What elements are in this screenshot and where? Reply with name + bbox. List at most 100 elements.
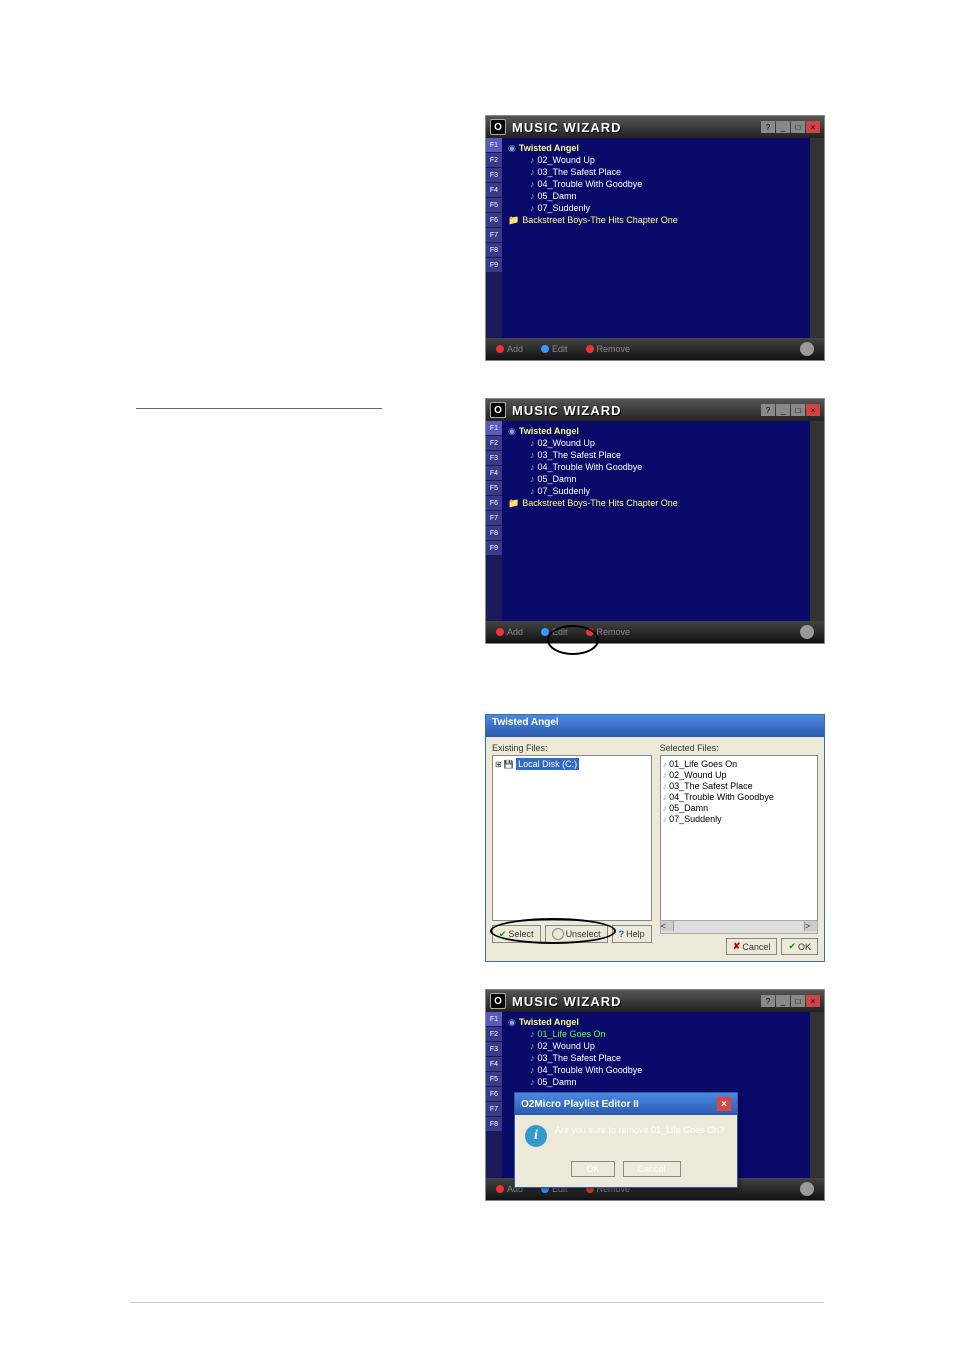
sidebar-tab[interactable]: F6 — [486, 496, 502, 511]
play-button[interactable] — [800, 342, 814, 356]
playlist-tree[interactable]: ◉Twisted Angel ♪01_Life Goes On ♪02_Woun… — [502, 1012, 810, 1178]
sidebar-tab[interactable]: F2 — [486, 436, 502, 451]
remove-button[interactable]: Remove — [586, 627, 631, 637]
sidebar-tab[interactable]: F3 — [486, 451, 502, 466]
sidebar-tab[interactable]: F8 — [486, 1117, 502, 1132]
sidebar-tab[interactable]: F1 — [486, 138, 502, 153]
ok-button[interactable]: ✔OK — [781, 938, 818, 955]
track-item[interactable]: 02_Wound Up — [538, 1041, 595, 1051]
sidebar-tab[interactable]: F8 — [486, 526, 502, 541]
play-button[interactable] — [800, 1182, 814, 1196]
help-button[interactable]: ? — [761, 404, 775, 416]
sidebar-tab[interactable]: F7 — [486, 228, 502, 243]
cancel-button[interactable]: Cancel — [623, 1161, 681, 1177]
list-item[interactable]: 01_Life Goes On — [669, 759, 737, 769]
sidebar-tab[interactable]: F3 — [486, 1042, 502, 1057]
edit-button[interactable]: Edit — [541, 344, 568, 354]
track-item[interactable]: 04_Trouble With Goodbye — [538, 179, 643, 189]
sidebar-tab[interactable]: F5 — [486, 481, 502, 496]
album-name[interactable]: Twisted Angel — [519, 1017, 579, 1027]
add-button[interactable]: Add — [496, 344, 523, 354]
add-button[interactable]: Add — [496, 627, 523, 637]
sidebar-tab[interactable]: F5 — [486, 198, 502, 213]
drive-item[interactable]: Local Disk (C:) — [516, 758, 579, 770]
sidebar-tab[interactable]: F4 — [486, 1057, 502, 1072]
minimize-button[interactable]: _ — [776, 404, 790, 416]
sidebar-tab[interactable]: F2 — [486, 153, 502, 168]
track-item[interactable]: 05_Damn — [538, 191, 577, 201]
sidebar-tab[interactable]: F8 — [486, 243, 502, 258]
help-button[interactable]: ? — [761, 995, 775, 1007]
scrollbar[interactable] — [810, 138, 824, 338]
track-item[interactable]: 02_Wound Up — [538, 438, 595, 448]
sidebar-tab[interactable]: F1 — [486, 421, 502, 436]
close-button[interactable]: × — [806, 404, 820, 416]
maximize-button[interactable]: □ — [791, 995, 805, 1007]
playlist-tree[interactable]: ◉Twisted Angel ♪02_Wound Up ♪03_The Safe… — [502, 421, 810, 621]
titlebar[interactable]: O MUSIC WIZARD ? _ □ × — [486, 116, 824, 138]
existing-files-list[interactable]: ⊞ 💾 Local Disk (C:) — [492, 755, 652, 921]
album-name[interactable]: Backstreet Boys-The Hits Chapter One — [522, 215, 678, 225]
ok-button[interactable]: OK — [571, 1161, 614, 1177]
track-item[interactable]: 07_Suddenly — [538, 203, 591, 213]
sidebar-tab[interactable]: F9 — [486, 258, 502, 273]
maximize-button[interactable]: □ — [791, 404, 805, 416]
album-name[interactable]: Backstreet Boys-The Hits Chapter One — [522, 498, 678, 508]
cancel-button[interactable]: ✘Cancel — [726, 938, 778, 955]
help-button[interactable]: ? — [761, 121, 775, 133]
sidebar-tab[interactable]: F4 — [486, 466, 502, 481]
list-item[interactable]: 02_Wound Up — [669, 770, 726, 780]
maximize-button[interactable]: □ — [791, 121, 805, 133]
selected-files-list[interactable]: ♪01_Life Goes On ♪02_Wound Up ♪03_The Sa… — [660, 755, 818, 921]
edit-button[interactable]: Edit — [541, 627, 568, 637]
sidebar-tab[interactable]: F9 — [486, 541, 502, 556]
close-button[interactable]: × — [717, 1097, 731, 1111]
dialog-titlebar[interactable]: Twisted Angel — [486, 715, 824, 737]
album-name[interactable]: Twisted Angel — [519, 426, 579, 436]
track-item[interactable]: 03_The Safest Place — [538, 450, 622, 460]
track-item[interactable]: 04_Trouble With Goodbye — [538, 462, 643, 472]
list-item[interactable]: 07_Suddenly — [669, 814, 722, 824]
track-item-selected[interactable]: 01_Life Goes On — [538, 1029, 606, 1039]
play-button[interactable] — [800, 625, 814, 639]
track-item[interactable]: 03_The Safest Place — [538, 167, 622, 177]
track-item[interactable]: 04_Trouble With Goodbye — [538, 1065, 643, 1075]
track-item[interactable]: 03_The Safest Place — [538, 1053, 622, 1063]
sidebar-tab[interactable]: F6 — [486, 213, 502, 228]
music-note-icon: ♪ — [530, 486, 535, 496]
titlebar[interactable]: O MUSIC WIZARD ? _ □ × — [486, 990, 824, 1012]
scrollbar[interactable] — [810, 1012, 824, 1178]
minimize-button[interactable]: _ — [776, 995, 790, 1007]
list-item[interactable]: 03_The Safest Place — [669, 781, 753, 791]
sidebar-tab[interactable]: F4 — [486, 183, 502, 198]
scroll-right-button[interactable]: > — [804, 921, 817, 931]
close-button[interactable]: × — [806, 121, 820, 133]
titlebar[interactable]: O MUSIC WIZARD ? _ □ × — [486, 399, 824, 421]
album-name[interactable]: Twisted Angel — [519, 143, 579, 153]
sidebar-tab[interactable]: F5 — [486, 1072, 502, 1087]
minimize-button[interactable]: _ — [776, 121, 790, 133]
scrollbar[interactable] — [810, 421, 824, 621]
sidebar-tab[interactable]: F6 — [486, 1087, 502, 1102]
list-item[interactable]: 05_Damn — [669, 803, 708, 813]
horizontal-scrollbar[interactable]: < > — [660, 920, 818, 934]
help-button[interactable]: ?Help — [612, 925, 652, 943]
dialog-titlebar[interactable]: O2Micro Playlist Editor II × — [515, 1093, 737, 1115]
sidebar-tab[interactable]: F2 — [486, 1027, 502, 1042]
sidebar-tab[interactable]: F7 — [486, 1102, 502, 1117]
sidebar-tab[interactable]: F1 — [486, 1012, 502, 1027]
track-item[interactable]: 02_Wound Up — [538, 155, 595, 165]
select-button[interactable]: ✔Select — [492, 925, 541, 943]
playlist-tree[interactable]: ◉Twisted Angel ♪02_Wound Up ♪03_The Safe… — [502, 138, 810, 338]
bullet-icon — [496, 345, 504, 353]
sidebar-tab[interactable]: F3 — [486, 168, 502, 183]
sidebar-tab[interactable]: F7 — [486, 511, 502, 526]
remove-button[interactable]: Remove — [586, 344, 631, 354]
track-item[interactable]: 05_Damn — [538, 474, 577, 484]
scroll-left-button[interactable]: < — [661, 921, 674, 931]
unselect-button[interactable]: Unselect — [545, 925, 608, 943]
track-item[interactable]: 07_Suddenly — [538, 486, 591, 496]
close-button[interactable]: × — [806, 995, 820, 1007]
track-item[interactable]: 05_Damn — [538, 1077, 577, 1087]
list-item[interactable]: 04_Trouble With Goodbye — [669, 792, 774, 802]
